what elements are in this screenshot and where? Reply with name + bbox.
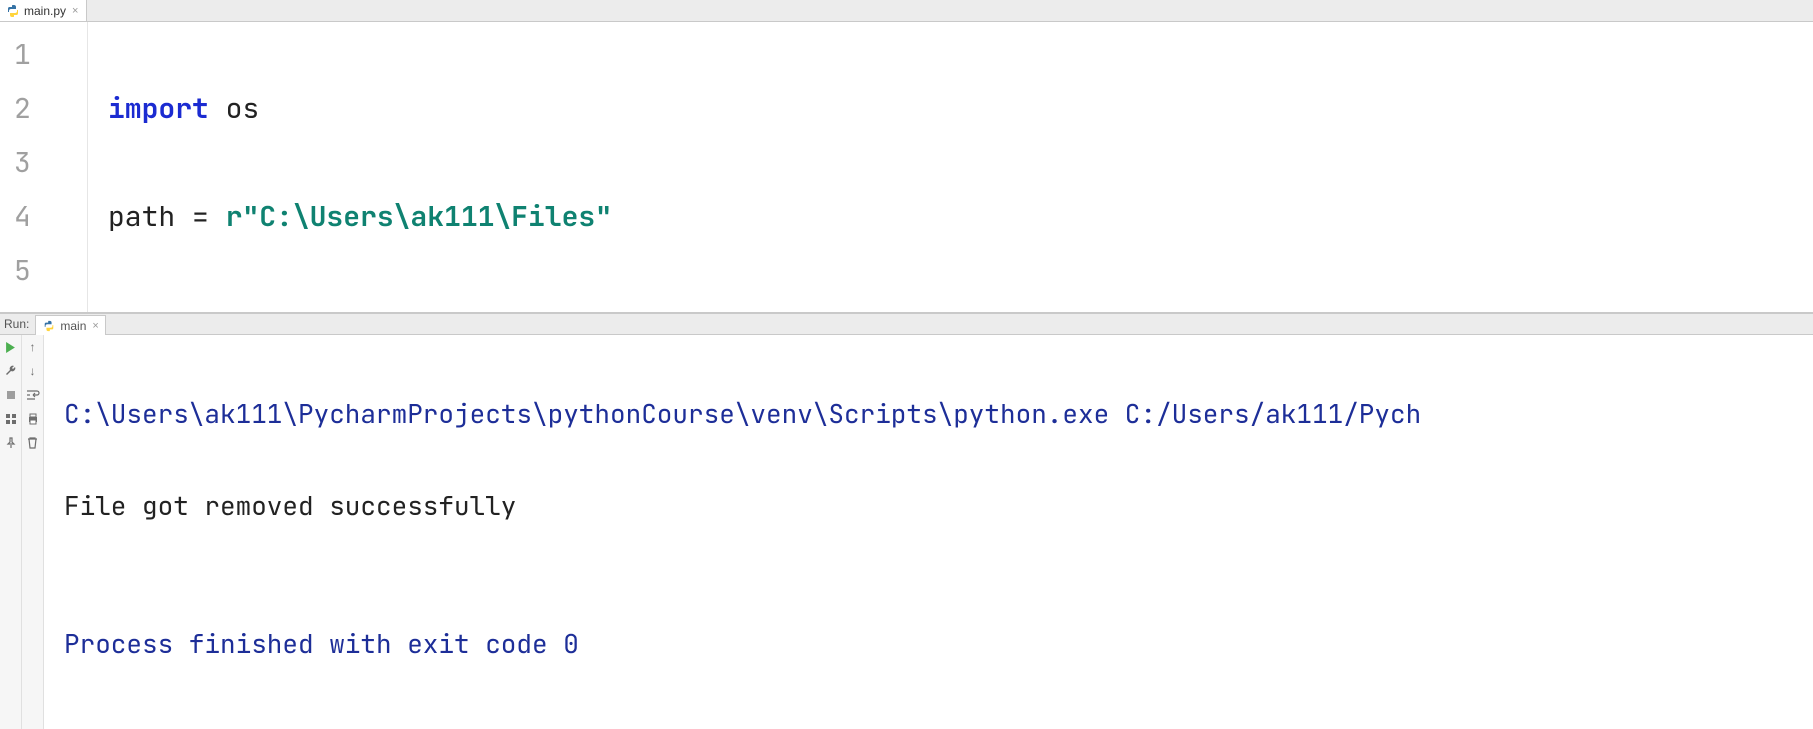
python-file-icon bbox=[42, 319, 56, 333]
run-panel-body: ↑ ↓ C:\Users\ak111\PycharmProjects\pytho… bbox=[0, 335, 1813, 729]
code-line bbox=[108, 298, 847, 312]
run-panel-title: Run: bbox=[0, 317, 35, 331]
code-text: path = bbox=[108, 198, 226, 235]
run-toolbar-right: ↑ ↓ bbox=[22, 335, 44, 729]
code-content[interactable]: import os path = r"C:\Users\ak111\Files"… bbox=[88, 22, 847, 312]
console-exit-line: Process finished with exit code 0 bbox=[64, 621, 1813, 667]
line-number: 5 bbox=[0, 244, 87, 298]
line-number: 4 bbox=[0, 190, 87, 244]
trash-icon[interactable] bbox=[25, 435, 41, 451]
line-number: 2 bbox=[0, 82, 87, 136]
code-editor[interactable]: 1 2 3 4 5 import os path = r"C:\Users\ak… bbox=[0, 22, 1813, 312]
run-config-name: main bbox=[60, 319, 86, 333]
console-line: File got removed successfully bbox=[64, 483, 1813, 529]
arrow-up-icon[interactable]: ↑ bbox=[25, 339, 41, 355]
keyword: import bbox=[108, 90, 209, 127]
editor-tab-bar: main.py × bbox=[0, 0, 1813, 22]
stop-icon[interactable] bbox=[3, 387, 19, 403]
string-literal: "C:\Users\ak111\Files" bbox=[242, 198, 612, 235]
code-line: import os bbox=[108, 82, 847, 136]
layout-icon[interactable] bbox=[3, 411, 19, 427]
line-number: 1 bbox=[0, 28, 87, 82]
line-number-gutter: 1 2 3 4 5 bbox=[0, 22, 88, 312]
python-file-icon bbox=[6, 4, 20, 18]
console-output[interactable]: C:\Users\ak111\PycharmProjects\pythonCou… bbox=[44, 335, 1813, 729]
wrench-icon[interactable] bbox=[3, 363, 19, 379]
pin-icon[interactable] bbox=[3, 435, 19, 451]
close-icon[interactable]: × bbox=[92, 320, 98, 332]
string-prefix: r bbox=[226, 198, 243, 235]
run-toolbar-left bbox=[0, 335, 22, 729]
arrow-down-icon[interactable]: ↓ bbox=[25, 363, 41, 379]
editor-tab-label: main.py bbox=[24, 4, 66, 18]
line-number: 3 bbox=[0, 136, 87, 190]
print-icon[interactable] bbox=[25, 411, 41, 427]
run-panel-header: Run: main × bbox=[0, 313, 1813, 335]
run-config-tab[interactable]: main × bbox=[35, 315, 105, 335]
console-command-line: C:\Users\ak111\PycharmProjects\pythonCou… bbox=[64, 391, 1813, 437]
rerun-icon[interactable] bbox=[3, 339, 19, 355]
editor-tab-main[interactable]: main.py × bbox=[0, 0, 87, 21]
soft-wrap-icon[interactable] bbox=[25, 387, 41, 403]
code-text: os bbox=[209, 90, 259, 127]
close-icon[interactable]: × bbox=[72, 5, 78, 17]
code-line: path = r"C:\Users\ak111\Files" bbox=[108, 190, 847, 244]
